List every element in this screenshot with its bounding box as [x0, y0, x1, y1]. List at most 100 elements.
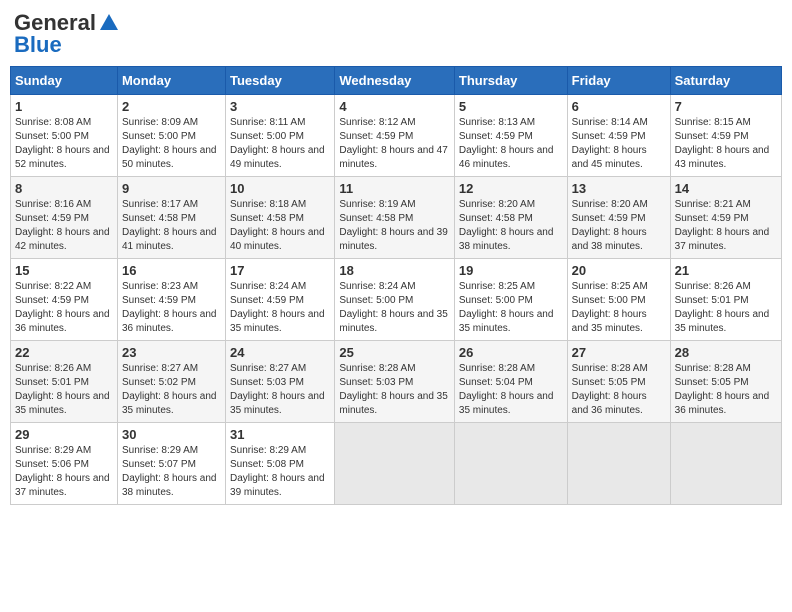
calendar-cell: 9Sunrise: 8:17 AM Sunset: 4:58 PM Daylig… [117, 177, 225, 259]
calendar-header: SundayMondayTuesdayWednesdayThursdayFrid… [11, 67, 782, 95]
day-number: 12 [459, 181, 563, 196]
day-number: 26 [459, 345, 563, 360]
day-info: Sunrise: 8:16 AM Sunset: 4:59 PM Dayligh… [15, 198, 113, 254]
day-number: 11 [339, 181, 450, 196]
calendar-cell: 29Sunrise: 8:29 AM Sunset: 5:06 PM Dayli… [11, 423, 118, 505]
day-number: 20 [572, 263, 666, 278]
calendar-week-4: 22Sunrise: 8:26 AM Sunset: 5:01 PM Dayli… [11, 341, 782, 423]
day-info: Sunrise: 8:25 AM Sunset: 5:00 PM Dayligh… [572, 280, 666, 336]
day-info: Sunrise: 8:28 AM Sunset: 5:03 PM Dayligh… [339, 362, 450, 418]
day-info: Sunrise: 8:28 AM Sunset: 5:05 PM Dayligh… [675, 362, 777, 418]
calendar-cell: 19 Sunrise: 8:25 AM Sunset: 5:00 PM Dayli… [454, 259, 567, 341]
day-info: Sunrise: 8:13 AM Sunset: 4:59 PM Dayligh… [459, 116, 563, 172]
day-info: Sunrise: 8:28 AM Sunset: 5:04 PM Dayligh… [459, 362, 563, 418]
day-number: 30 [122, 427, 221, 442]
day-number: 23 [122, 345, 221, 360]
logo: General Blue [14, 10, 120, 58]
day-number: 22 [15, 345, 113, 360]
calendar-week-1: 1 Sunrise: 8:08 AM Sunset: 5:00 PM Daylig… [11, 95, 782, 177]
calendar-cell: 26 Sunrise: 8:28 AM Sunset: 5:04 PM Dayli… [454, 341, 567, 423]
day-number: 10 [230, 181, 330, 196]
calendar-week-2: 8 Sunrise: 8:16 AM Sunset: 4:59 PM Daylig… [11, 177, 782, 259]
calendar-cell: 18 Sunrise: 8:24 AM Sunset: 5:00 PM Dayli… [335, 259, 455, 341]
day-info: Sunrise: 8:20 AM Sunset: 4:59 PM Dayligh… [572, 198, 666, 254]
day-number: 2 [122, 99, 221, 114]
calendar-cell: 16Sunrise: 8:23 AM Sunset: 4:59 PM Dayli… [117, 259, 225, 341]
day-number: 4 [339, 99, 450, 114]
day-number: 16 [122, 263, 221, 278]
weekday-thursday: Thursday [454, 67, 567, 95]
weekday-monday: Monday [117, 67, 225, 95]
calendar-cell: 3Sunrise: 8:11 AM Sunset: 5:00 PM Daylig… [226, 95, 335, 177]
calendar-cell: 28 Sunrise: 8:28 AM Sunset: 5:05 PM Dayli… [670, 341, 781, 423]
day-number: 5 [459, 99, 563, 114]
weekday-friday: Friday [567, 67, 670, 95]
day-info: Sunrise: 8:09 AM Sunset: 5:00 PM Dayligh… [122, 116, 221, 172]
day-info: Sunrise: 8:12 AM Sunset: 4:59 PM Dayligh… [339, 116, 450, 172]
day-number: 24 [230, 345, 330, 360]
calendar-cell: 24 Sunrise: 8:27 AM Sunset: 5:03 PM Dayli… [226, 341, 335, 423]
day-info: Sunrise: 8:24 AM Sunset: 5:00 PM Dayligh… [339, 280, 450, 336]
day-info: Sunrise: 8:19 AM Sunset: 4:58 PM Dayligh… [339, 198, 450, 254]
day-number: 7 [675, 99, 777, 114]
day-number: 17 [230, 263, 330, 278]
page-header: General Blue [10, 10, 782, 58]
day-info: Sunrise: 8:27 AM Sunset: 5:02 PM Dayligh… [122, 362, 221, 418]
day-number: 19 [459, 263, 563, 278]
calendar-cell: 21 Sunrise: 8:26 AM Sunset: 5:01 PM Dayli… [670, 259, 781, 341]
calendar-cell: 13 Sunrise: 8:20 AM Sunset: 4:59 PM Dayli… [567, 177, 670, 259]
day-info: Sunrise: 8:29 AM Sunset: 5:07 PM Dayligh… [122, 444, 221, 500]
calendar-cell [454, 423, 567, 505]
day-info: Sunrise: 8:17 AM Sunset: 4:58 PM Dayligh… [122, 198, 221, 254]
calendar-cell: 12 Sunrise: 8:20 AM Sunset: 4:58 PM Dayli… [454, 177, 567, 259]
day-info: Sunrise: 8:27 AM Sunset: 5:03 PM Dayligh… [230, 362, 330, 418]
weekday-sunday: Sunday [11, 67, 118, 95]
day-number: 14 [675, 181, 777, 196]
calendar-cell: 14 Sunrise: 8:21 AM Sunset: 4:59 PM Dayli… [670, 177, 781, 259]
calendar-cell: 1 Sunrise: 8:08 AM Sunset: 5:00 PM Daylig… [11, 95, 118, 177]
calendar-cell: 23 Sunrise: 8:27 AM Sunset: 5:02 PM Dayli… [117, 341, 225, 423]
calendar-week-5: 29Sunrise: 8:29 AM Sunset: 5:06 PM Dayli… [11, 423, 782, 505]
weekday-tuesday: Tuesday [226, 67, 335, 95]
calendar-cell: 5 Sunrise: 8:13 AM Sunset: 4:59 PM Daylig… [454, 95, 567, 177]
calendar-cell: 2 Sunrise: 8:09 AM Sunset: 5:00 PM Daylig… [117, 95, 225, 177]
day-info: Sunrise: 8:22 AM Sunset: 4:59 PM Dayligh… [15, 280, 113, 336]
day-number: 21 [675, 263, 777, 278]
day-info: Sunrise: 8:14 AM Sunset: 4:59 PM Dayligh… [572, 116, 666, 172]
day-number: 18 [339, 263, 450, 278]
calendar-body: 1 Sunrise: 8:08 AM Sunset: 5:00 PM Daylig… [11, 95, 782, 505]
weekday-saturday: Saturday [670, 67, 781, 95]
day-info: Sunrise: 8:26 AM Sunset: 5:01 PM Dayligh… [675, 280, 777, 336]
calendar-week-3: 15Sunrise: 8:22 AM Sunset: 4:59 PM Dayli… [11, 259, 782, 341]
logo-icon [98, 12, 120, 34]
calendar-cell: 4 Sunrise: 8:12 AM Sunset: 4:59 PM Daylig… [335, 95, 455, 177]
day-number: 27 [572, 345, 666, 360]
calendar-cell [567, 423, 670, 505]
calendar-cell: 6Sunrise: 8:14 AM Sunset: 4:59 PM Daylig… [567, 95, 670, 177]
logo-blue: Blue [14, 32, 62, 58]
day-info: Sunrise: 8:20 AM Sunset: 4:58 PM Dayligh… [459, 198, 563, 254]
day-number: 13 [572, 181, 666, 196]
calendar-cell: 11 Sunrise: 8:19 AM Sunset: 4:58 PM Dayli… [335, 177, 455, 259]
calendar-cell: 8 Sunrise: 8:16 AM Sunset: 4:59 PM Daylig… [11, 177, 118, 259]
day-info: Sunrise: 8:08 AM Sunset: 5:00 PM Dayligh… [15, 116, 113, 172]
day-number: 28 [675, 345, 777, 360]
day-number: 8 [15, 181, 113, 196]
calendar-cell: 20 Sunrise: 8:25 AM Sunset: 5:00 PM Dayli… [567, 259, 670, 341]
day-info: Sunrise: 8:15 AM Sunset: 4:59 PM Dayligh… [675, 116, 777, 172]
weekday-wednesday: Wednesday [335, 67, 455, 95]
day-info: Sunrise: 8:21 AM Sunset: 4:59 PM Dayligh… [675, 198, 777, 254]
calendar-cell: 15Sunrise: 8:22 AM Sunset: 4:59 PM Dayli… [11, 259, 118, 341]
day-number: 25 [339, 345, 450, 360]
calendar-cell [335, 423, 455, 505]
day-info: Sunrise: 8:18 AM Sunset: 4:58 PM Dayligh… [230, 198, 330, 254]
day-info: Sunrise: 8:28 AM Sunset: 5:05 PM Dayligh… [572, 362, 666, 418]
day-number: 1 [15, 99, 113, 114]
day-number: 29 [15, 427, 113, 442]
calendar-cell: 27 Sunrise: 8:28 AM Sunset: 5:05 PM Dayli… [567, 341, 670, 423]
weekday-header-row: SundayMondayTuesdayWednesdayThursdayFrid… [11, 67, 782, 95]
day-info: Sunrise: 8:29 AM Sunset: 5:08 PM Dayligh… [230, 444, 330, 500]
day-number: 31 [230, 427, 330, 442]
day-info: Sunrise: 8:25 AM Sunset: 5:00 PM Dayligh… [459, 280, 563, 336]
calendar-cell: 25 Sunrise: 8:28 AM Sunset: 5:03 PM Dayli… [335, 341, 455, 423]
